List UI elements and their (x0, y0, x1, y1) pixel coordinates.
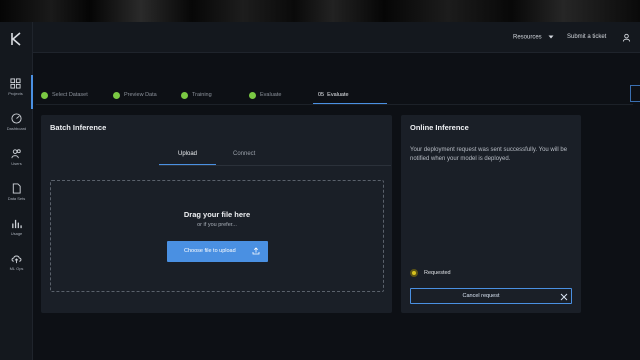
stepper-divider (36, 104, 633, 105)
sidebar-item-label: Usage (10, 231, 23, 236)
tab-connect[interactable]: Connect (233, 151, 255, 165)
status-label: Requested (424, 270, 451, 276)
step-evaluate[interactable]: Evaluate (249, 88, 281, 102)
sidebar-item-projects[interactable]: Projects (0, 75, 33, 109)
step-label: Evaluate (260, 92, 282, 98)
sidebar-item-label: Projects (8, 91, 23, 96)
step-label: Select Dataset (52, 92, 88, 98)
tabs-divider (159, 165, 391, 166)
cloud-upload-icon (11, 255, 22, 264)
sidebar-item-label: Dashboard (6, 126, 27, 131)
user-avatar-icon[interactable] (622, 33, 631, 42)
resources-menu[interactable]: Resources (513, 34, 554, 41)
file-dropzone[interactable]: Drag your file here or if you prefer... … (50, 180, 384, 292)
choose-file-label: Choose file to upload (184, 248, 236, 254)
cancel-request-label: Cancel request (462, 293, 500, 299)
top-bar: Resources Submit a ticket (33, 22, 640, 53)
close-icon (560, 293, 568, 301)
status-dot-icon (410, 269, 418, 277)
sidebar-item-data-sets[interactable]: Data Sets (0, 180, 33, 214)
resources-label: Resources (513, 34, 542, 41)
sidebar: Projects Dashboard Users Data Sets Usage… (0, 22, 33, 360)
active-tab-underline (159, 164, 216, 165)
sidebar-item-label: Users (11, 161, 22, 166)
header-photo-banner (0, 0, 640, 22)
upload-icon (252, 247, 260, 255)
sidebar-item-users[interactable]: Users (0, 145, 33, 179)
check-dot-icon (41, 91, 48, 99)
check-dot-icon (181, 91, 188, 99)
online-inference-title: Online Inference (410, 123, 469, 132)
step-select-dataset[interactable]: Select Dataset (41, 88, 88, 102)
partial-button[interactable] (630, 85, 640, 102)
sidebar-item-label: Data Sets (7, 196, 26, 201)
check-dot-icon (113, 91, 120, 99)
sidebar-item-dashboard[interactable]: Dashboard (0, 110, 33, 144)
users-icon (11, 149, 21, 159)
logo-icon[interactable] (8, 31, 24, 47)
sidebar-item-usage[interactable]: Usage (0, 215, 33, 249)
gauge-icon (11, 113, 22, 124)
step-label: Preview Data (124, 92, 157, 98)
sidebar-item-label: ML Ops (9, 266, 24, 271)
caret-down-icon (548, 35, 554, 39)
choose-file-button[interactable]: Choose file to upload (167, 241, 268, 262)
sidebar-item-ml-ops[interactable]: ML Ops (0, 250, 33, 284)
step-current-evaluate[interactable]: 05 Evaluate (318, 88, 349, 102)
dropzone-subtitle: or if you prefer... (197, 222, 237, 228)
step-label: Training (192, 92, 212, 98)
cancel-request-button[interactable]: Cancel request (410, 288, 572, 304)
deployment-message: Your deployment request was sent success… (410, 147, 568, 162)
bar-chart-icon (12, 219, 22, 229)
status-indicator: Requested (410, 268, 451, 278)
tab-upload[interactable]: Upload (178, 151, 197, 165)
batch-inference-title: Batch Inference (50, 123, 107, 132)
file-icon (12, 183, 21, 194)
submit-ticket-link[interactable]: Submit a ticket (567, 34, 606, 40)
progress-stepper: Select Dataset Preview Data Training Eva… (41, 85, 601, 105)
step-preview-data[interactable]: Preview Data (113, 88, 157, 102)
dropzone-title: Drag your file here (183, 210, 251, 219)
grid-icon (10, 78, 21, 89)
online-inference-card (401, 115, 581, 313)
step-training[interactable]: Training (181, 88, 212, 102)
step-label: 05 Evaluate (318, 92, 349, 98)
check-dot-icon (249, 91, 256, 99)
